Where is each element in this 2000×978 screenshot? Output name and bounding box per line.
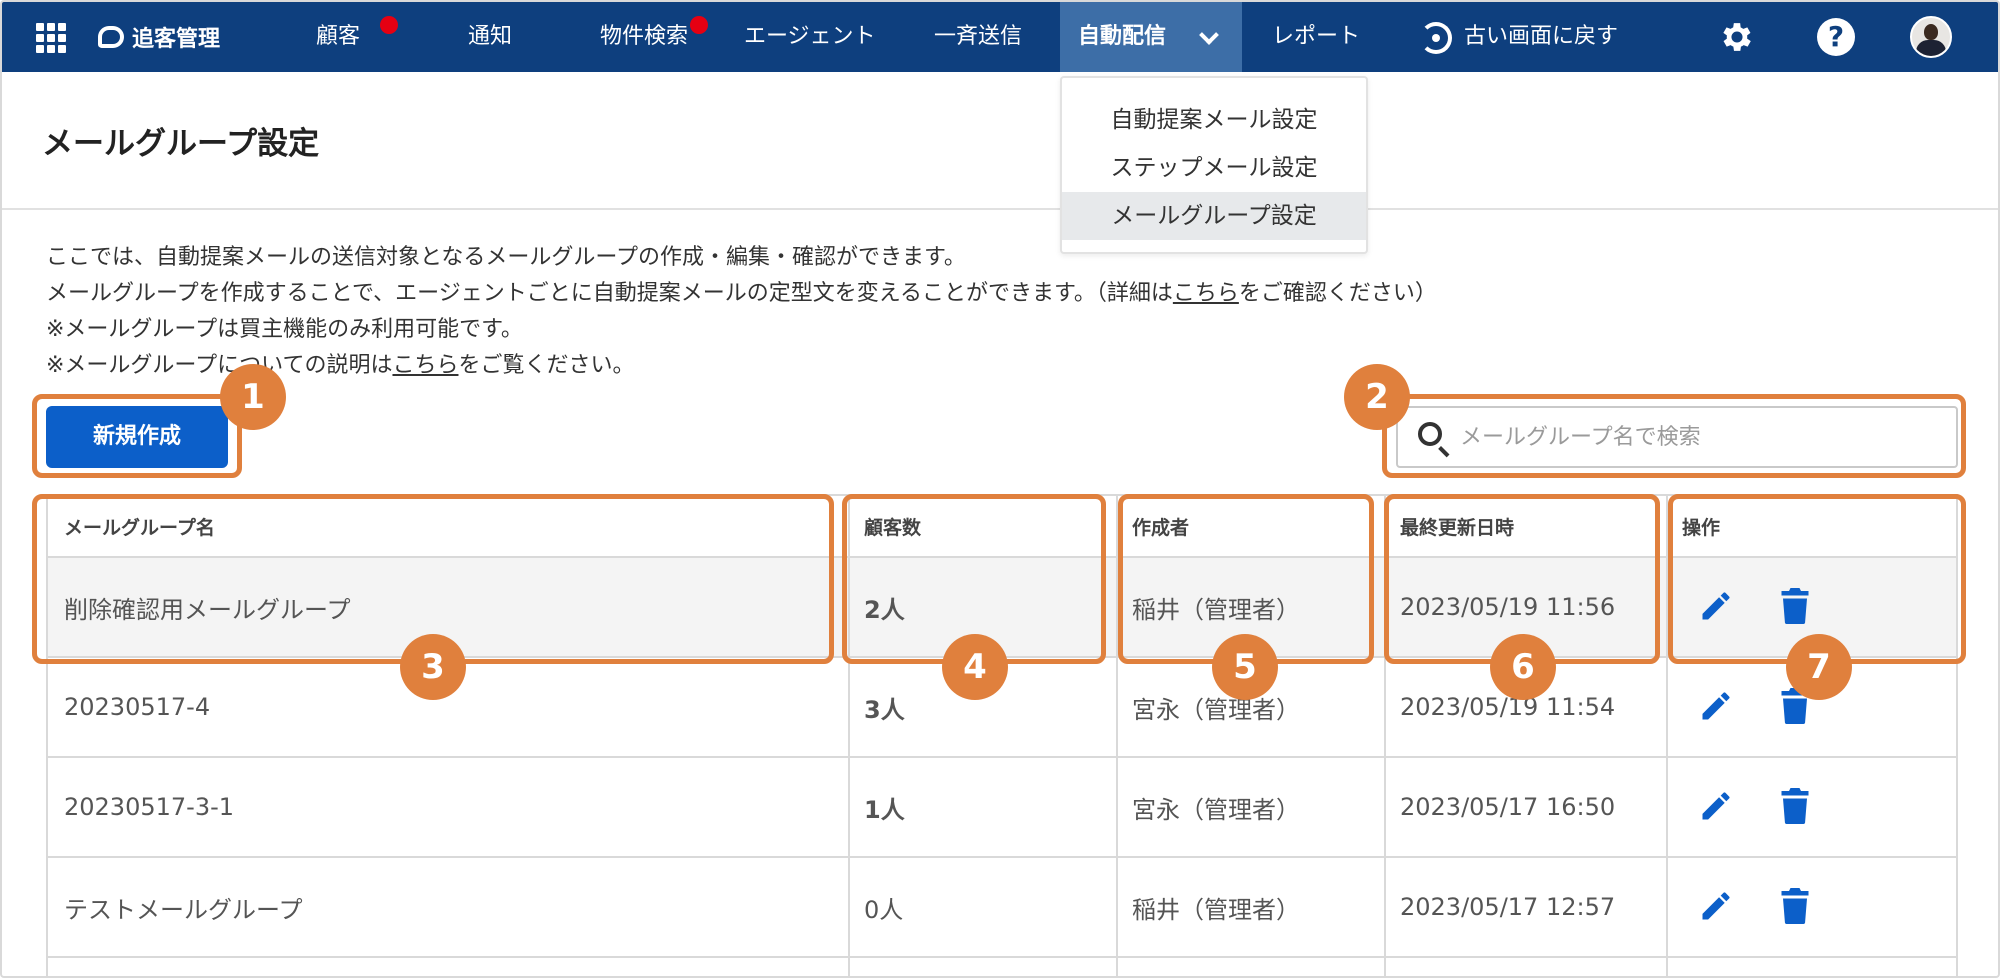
brand-name: 追客管理 [132,27,221,52]
menu-item-auto-proposal-settings[interactable]: 自動提案メール設定 [1062,96,1366,144]
nav-item-report[interactable]: レポート [1272,2,1360,72]
nav-item-agents[interactable]: エージェント [744,2,876,72]
nav-item-property-search[interactable]: 物件検索 [600,2,688,72]
creator: 稲井（管理者） [1132,895,1300,924]
annotation-badge: 2 [1344,364,1410,430]
trash-icon[interactable] [1780,888,1810,924]
group-name: テストメールグループ [64,895,303,924]
divider [2,208,1998,210]
annotation-badge: 1 [220,364,286,430]
annotation-badge: 5 [1212,634,1278,700]
annotation-badge: 7 [1786,634,1852,700]
history-back-icon [1420,22,1452,54]
details-link[interactable]: こちら [1173,281,1239,306]
annotation-badge: 3 [400,634,466,700]
description: ここでは、自動提案メールの送信対象となるメールグループの作成・編集・確認ができま… [46,240,1437,384]
customer-count-link[interactable]: 3人 [848,658,905,756]
annotation-box [32,394,242,478]
nav-item-bulk-send[interactable]: 一斉送信 [934,2,1022,72]
updated-at: 2023/05/17 12:57 [1400,893,1616,921]
table-row: 20230517-3-1 1人 宮永（管理者） 2023/05/17 16:50 [46,758,1958,858]
trash-icon[interactable] [1780,788,1810,824]
customer-count: 0人 [864,895,904,924]
nav-item-label: 自動配信 [1078,24,1167,49]
annotation-badge: 6 [1490,634,1556,700]
menu-item-step-mail-settings[interactable]: ステップメール設定 [1062,144,1366,192]
group-name: 20230517-3-1 [64,793,235,821]
notification-dot [690,16,708,34]
gear-icon[interactable] [1718,18,1756,56]
annotation-badge: 4 [942,634,1008,700]
nav-item-old-screen[interactable]: 古い画面に戻す [1464,2,1618,72]
edit-pencil-icon[interactable] [1698,788,1734,824]
auto-delivery-dropdown: 自動提案メール設定 ステップメール設定 メールグループ設定 [1060,76,1368,254]
brand[interactable]: 追客管理 [98,20,220,54]
description-line: メールグループを作成することで、エージェントごとに自動提案メールの定型文を変える… [46,281,1437,306]
nav-item-customers[interactable]: 顧客 [316,2,360,72]
explanation-link[interactable]: こちら [392,353,458,378]
notification-dot [380,16,398,34]
nav-item-auto-delivery[interactable]: 自動配信 [1060,2,1242,72]
table-row: テストメールグループ 0人 稲井（管理者） 2023/05/17 12:57 [46,858,1958,958]
nav-item-notifications[interactable]: 通知 [468,2,512,72]
app-grid-icon[interactable] [36,23,66,53]
chevron-down-icon [1199,25,1219,45]
description-line: ※メールグループは買主機能のみ利用可能です。 [46,317,523,342]
customer-count-link[interactable]: 1人 [848,758,905,856]
creator: 宮永（管理者） [1132,795,1300,824]
group-name: 20230517-4 [64,693,211,721]
table-row [46,958,1958,976]
top-navigation: 追客管理 顧客 通知 物件検索 エージェント 一斉送信 自動配信 レポート 古い… [2,2,1998,72]
menu-item-mail-group-settings[interactable]: メールグループ設定 [1062,192,1366,240]
edit-pencil-icon[interactable] [1698,888,1734,924]
edit-pencil-icon[interactable] [1698,688,1734,724]
app-frame: 追客管理 顧客 通知 物件検索 エージェント 一斉送信 自動配信 レポート 古い… [0,0,2000,978]
page-title: メールグループ設定 [42,126,320,162]
help-icon[interactable]: ? [1817,18,1855,56]
chat-logo-icon [98,26,124,48]
annotation-box [1382,394,1966,478]
updated-at: 2023/05/17 16:50 [1400,793,1616,821]
avatar[interactable] [1910,16,1952,58]
